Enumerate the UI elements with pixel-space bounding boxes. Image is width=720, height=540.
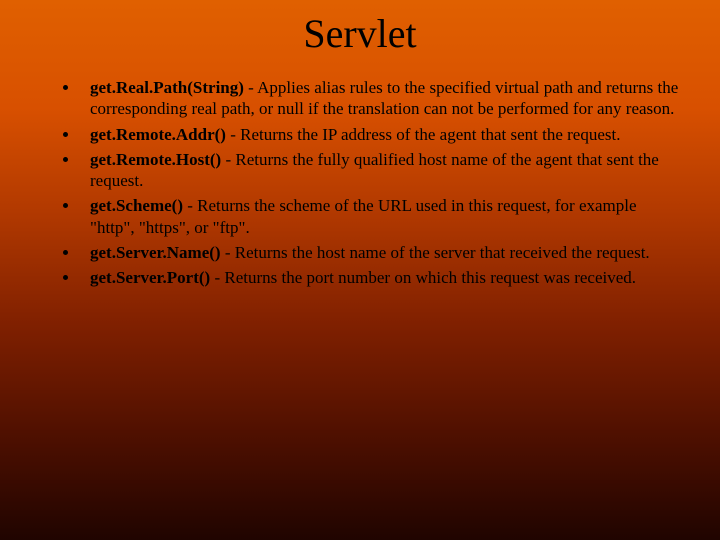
method-desc: - Returns the IP address of the agent th… [226,125,621,144]
method-desc: - Returns the host name of the server th… [221,243,650,262]
method-name: get.Server.Port() [90,268,210,287]
method-name: get.Remote.Host() [90,150,221,169]
bullet-list: get.Real.Path(String) - Applies alias ru… [40,77,680,288]
list-item: get.Server.Name() - Returns the host nam… [80,242,680,263]
method-name: get.Scheme() [90,196,183,215]
list-item: get.Server.Port() - Returns the port num… [80,267,680,288]
slide-title: Servlet [40,10,680,57]
list-item: get.Remote.Host() - Returns the fully qu… [80,149,680,192]
method-name: get.Real.Path(String) [90,78,244,97]
method-name: get.Remote.Addr() [90,125,226,144]
list-item: get.Remote.Addr() - Returns the IP addre… [80,124,680,145]
list-item: get.Scheme() - Returns the scheme of the… [80,195,680,238]
list-item: get.Real.Path(String) - Applies alias ru… [80,77,680,120]
method-name: get.Server.Name() [90,243,221,262]
slide: Servlet get.Real.Path(String) - Applies … [0,0,720,540]
method-desc: - Returns the port number on which this … [210,268,636,287]
